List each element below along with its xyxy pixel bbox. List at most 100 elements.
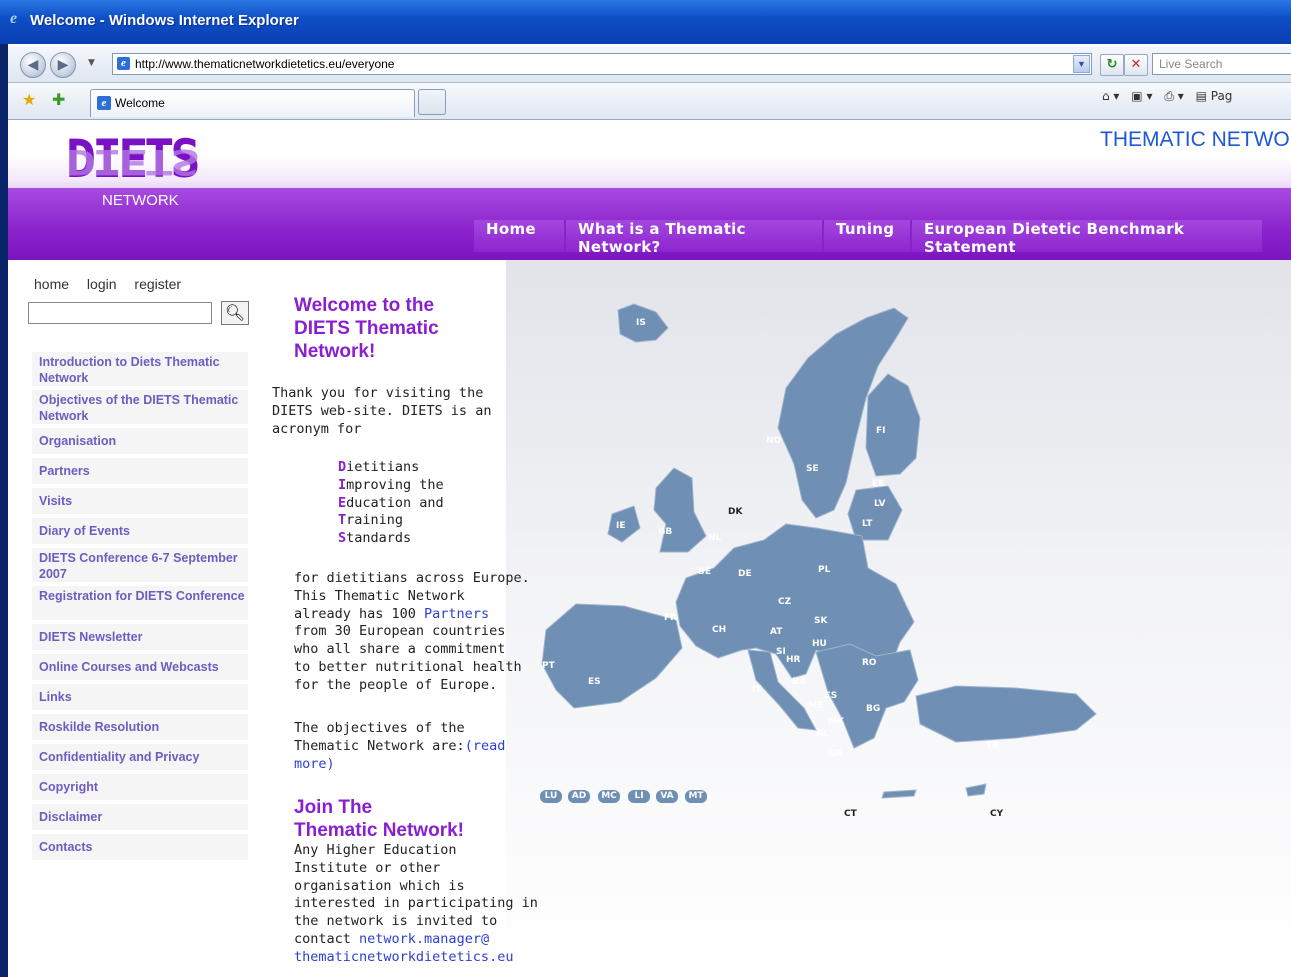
nav-tuning[interactable]: Tuning — [824, 220, 910, 252]
link-home[interactable]: home — [34, 276, 69, 292]
menu-item-online-courses[interactable]: Online Courses and Webcasts — [32, 654, 248, 681]
favorites-star-icon[interactable]: ★ — [22, 90, 36, 109]
back-button[interactable]: ◀ — [20, 52, 46, 78]
read-more-link[interactable]: (read — [465, 738, 506, 754]
partners-link[interactable]: Partners — [424, 606, 489, 622]
join-line-text: contact — [294, 930, 360, 947]
menu-item-copyright[interactable]: Copyright — [32, 774, 248, 801]
menu-item-disclaimer[interactable]: Disclaimer — [32, 804, 248, 831]
live-search-input[interactable]: Live Search — [1152, 53, 1291, 75]
objectives-text: The objectives of the Thematic Network a… — [294, 720, 505, 773]
body-line: from 30 European countries — [294, 623, 506, 640]
link-register[interactable]: register — [134, 276, 181, 292]
sidebar: home login register 🔍︎ Introduction to D… — [18, 260, 256, 977]
europe-map-svg: IS NO FI SE EE LV LT DK IE GB NL BE DE P… — [541, 303, 1097, 819]
welcome-heading-line: DIETS Thematic — [294, 318, 439, 339]
home-icon[interactable]: ⌂ ▾ — [1102, 89, 1119, 103]
link-login[interactable]: login — [87, 276, 117, 292]
page-menu-label: Pag — [1210, 89, 1233, 103]
command-bar: ⌂ ▾ ▣ ▾ ⎙ ▾ ▤ Pag — [1102, 89, 1248, 113]
refresh-icon[interactable]: ↻ — [1100, 54, 1124, 76]
email-link[interactable]: network.manager@ — [359, 931, 489, 947]
acronym-letter: T — [338, 512, 347, 529]
ie-logo-icon: e — [10, 10, 18, 27]
feeds-icon[interactable]: ▣ ▾ — [1131, 89, 1152, 103]
join-heading: Join The Thematic Network! — [294, 796, 464, 842]
logo-network-text: NETWORK — [102, 192, 179, 209]
diets-logo[interactable]: DIETS DIETS NETWORK — [66, 133, 201, 209]
url-dropdown-icon[interactable]: ▼ — [1073, 55, 1090, 73]
site-search-input[interactable] — [28, 302, 212, 324]
menu-item-objectives[interactable]: Objectives of the DIETS Thematic Network — [32, 390, 248, 425]
url-field[interactable]: e http://www.thematicnetworkdietetics.eu… — [112, 53, 1092, 75]
europe-map[interactable]: IS NO FI SE EE LV LT DK IE GB NL BE DE P… — [516, 278, 1116, 838]
nav-what-is-thematic-network[interactable]: What is a Thematic Network? — [566, 220, 822, 256]
map-label-pt: PT — [542, 661, 556, 671]
map-label-ba: BA — [792, 677, 806, 687]
read-more-link-cont[interactable]: more) — [294, 756, 505, 774]
browser-window: e Welcome - Windows Internet Explorer ◀ … — [0, 0, 1291, 977]
email-link-cont[interactable]: thematicnetworkdietetics.eu — [294, 949, 538, 967]
stop-icon[interactable]: ✕ — [1124, 54, 1148, 76]
history-dropdown-icon[interactable]: ▼ — [88, 58, 95, 68]
acronym-line: Training — [338, 512, 444, 530]
menu-item-registration[interactable]: Registration for DIETS Conference — [32, 586, 248, 621]
menu-item-organisation[interactable]: Organisation — [32, 428, 248, 455]
map-label-be: BE — [698, 567, 711, 577]
acronym-letter: I — [338, 476, 347, 493]
tab-page-icon: e — [97, 96, 111, 110]
search-icon[interactable]: 🔍︎ — [221, 301, 249, 325]
menu-item-roskilde[interactable]: Roskilde Resolution — [32, 714, 248, 741]
map-label-ct: CT — [844, 809, 858, 819]
body-line: for dietitians across Europe. — [294, 570, 530, 586]
window-title: Welcome - Windows Internet Explorer — [30, 12, 299, 29]
microstate-li[interactable]: LI — [628, 790, 650, 803]
acronym-rest: ietitians — [346, 459, 420, 475]
top-links: home login register — [34, 276, 195, 292]
menu-item-visits[interactable]: Visits — [32, 488, 248, 515]
map-label-at: AT — [770, 627, 783, 637]
menu-item-partners[interactable]: Partners — [32, 458, 248, 485]
menu-item-conference[interactable]: DIETS Conference 6-7 September 2007 — [32, 548, 248, 583]
menu-item-introduction[interactable]: Introduction to Diets Thematic Network — [32, 352, 248, 387]
intro-text: Thank you for visiting the DIETS web-sit… — [272, 385, 491, 438]
join-text: Any Higher Education Institute or other … — [294, 842, 538, 967]
map-label-cs: CS — [824, 691, 837, 701]
map-label-pl: PL — [818, 565, 831, 575]
nav-home[interactable]: Home — [474, 220, 564, 252]
map-turkey — [915, 685, 1097, 743]
microstate-lu[interactable]: LU — [540, 790, 562, 803]
acronym-line: Dietitians — [338, 459, 444, 477]
acronym-line: Education and — [338, 495, 444, 513]
body-line: to better nutritional health — [294, 658, 522, 675]
tab-welcome[interactable]: e Welcome — [90, 89, 415, 117]
new-tab-button[interactable] — [418, 89, 446, 115]
join-line: contact network.manager@ — [294, 931, 538, 949]
map-cyprus — [965, 783, 987, 797]
acronym-rest: raining — [346, 512, 404, 529]
map-label-bg: BG — [866, 704, 880, 714]
acronym-letter: E — [338, 494, 347, 511]
menu-item-confidentiality[interactable]: Confidentiality and Privacy — [32, 744, 248, 771]
body-line: for the people of Europe. — [294, 676, 498, 693]
page-menu[interactable]: ▤ Pag — [1196, 89, 1241, 103]
nav-benchmark-statement[interactable]: European Dietetic Benchmark Statement — [912, 220, 1262, 256]
microstate-mt[interactable]: MT — [685, 790, 707, 803]
map-label-nl: NL — [708, 533, 722, 543]
body-line: This Thematic Network — [294, 587, 465, 604]
menu-item-newsletter[interactable]: DIETS Newsletter — [32, 624, 248, 651]
menu-item-links[interactable]: Links — [32, 684, 248, 711]
add-favorite-icon[interactable]: ✚ — [52, 90, 65, 109]
join-line: interested in participating in — [294, 895, 538, 912]
menu-item-diary[interactable]: Diary of Events — [32, 518, 248, 545]
welcome-heading-line: Network! — [294, 341, 376, 362]
microstate-ad[interactable]: AD — [568, 790, 590, 803]
forward-button[interactable]: ▶ — [50, 52, 76, 78]
map-label-ie: IE — [616, 521, 626, 531]
microstate-va[interactable]: VA — [656, 790, 678, 803]
menu-item-contacts[interactable]: Contacts — [32, 834, 248, 861]
map-label-de: DE — [738, 569, 752, 579]
print-icon[interactable]: ⎙ ▾ — [1164, 89, 1183, 104]
map-finland — [865, 373, 921, 477]
microstate-mc[interactable]: MC — [598, 790, 620, 803]
